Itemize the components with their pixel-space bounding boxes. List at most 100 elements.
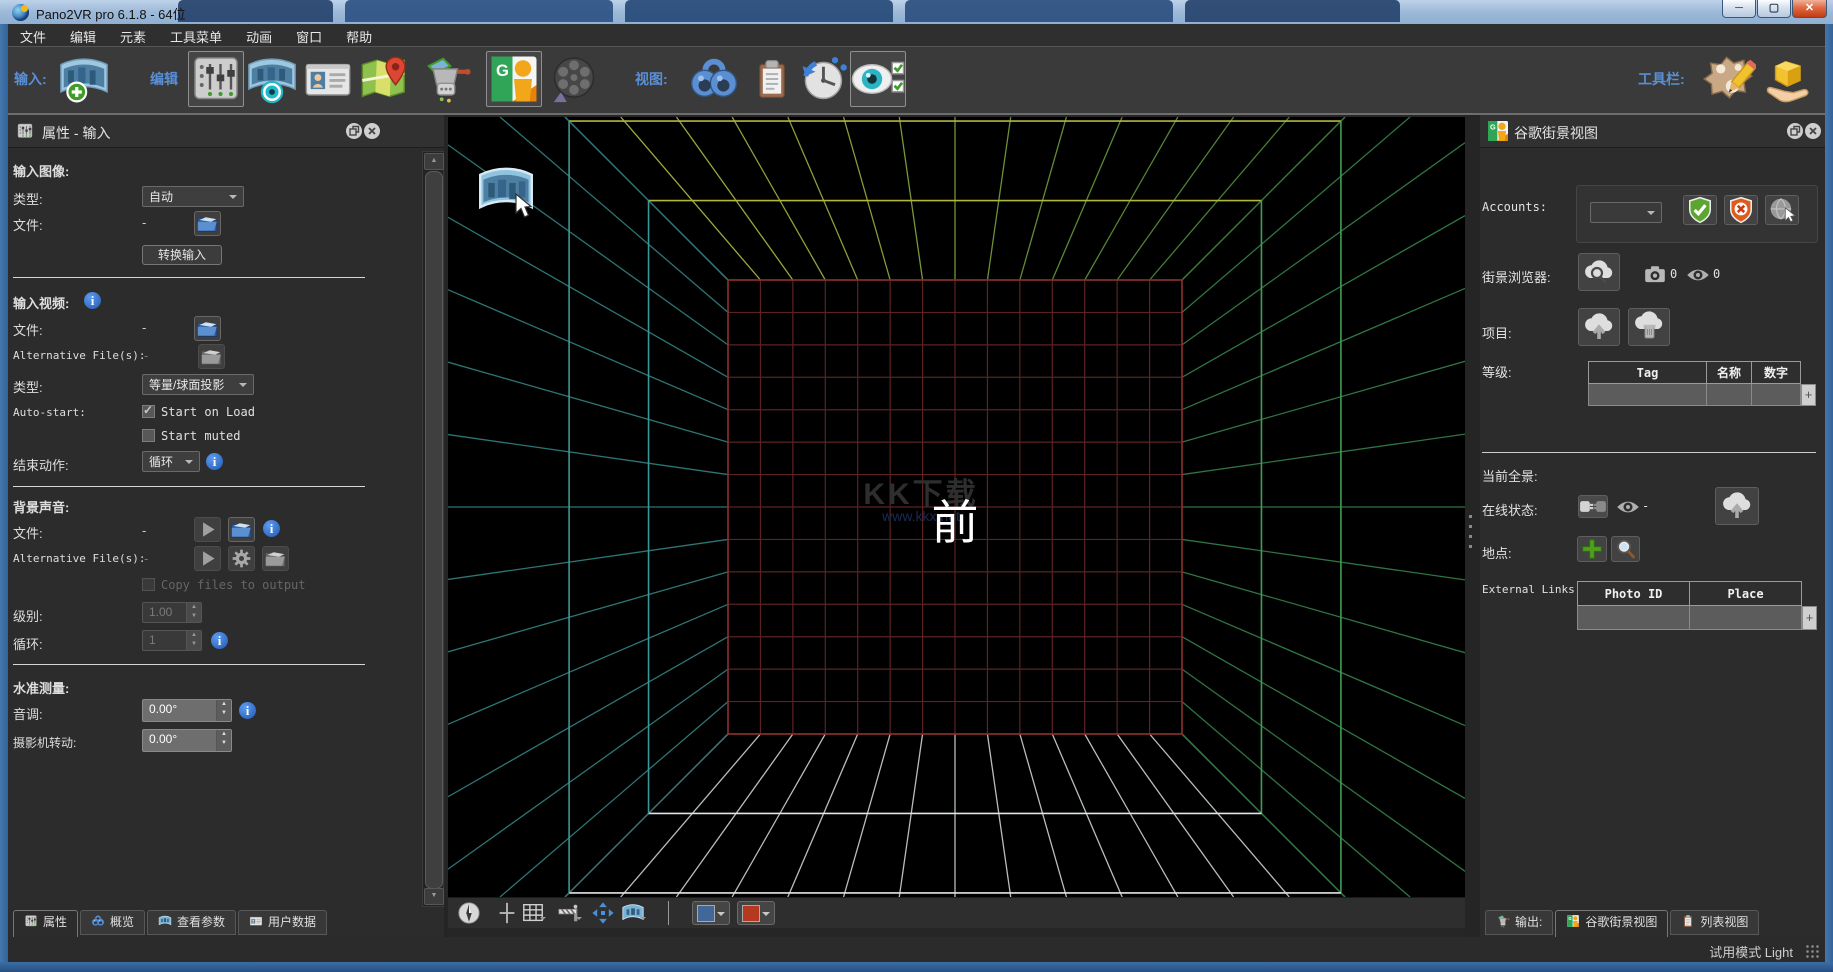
scroll-down-button[interactable]: ▼ <box>424 888 444 905</box>
overview-button[interactable] <box>688 53 740 105</box>
viewing-parameters-button[interactable] <box>246 53 298 105</box>
tab-2[interactable]: G谷歌街景视图 <box>1555 910 1668 938</box>
close-panel-button[interactable] <box>364 123 380 139</box>
folder-icon <box>199 345 224 368</box>
account-select[interactable] <box>1590 202 1662 223</box>
panorama-mode-button[interactable] <box>620 901 646 925</box>
roll-spinner[interactable]: 0.00°▲▼ <box>142 729 232 752</box>
user-data-button[interactable] <box>302 53 354 105</box>
account-web-button[interactable] <box>1765 195 1799 225</box>
float-panel-button[interactable] <box>1787 123 1803 139</box>
grid-color-swatch[interactable] <box>692 901 730 925</box>
menu-item[interactable]: 工具菜单 <box>158 24 234 46</box>
pitch-spinner[interactable]: 0.00°▲▼ <box>142 699 232 722</box>
street-view-panel: G 谷歌街景视图 Accounts: 街景浏览器: 0 0 项目: <box>1480 115 1825 939</box>
viewer-button[interactable] <box>850 51 906 107</box>
resize-grip[interactable] <box>1805 944 1819 958</box>
loop-spinner[interactable]: 1▲▼ <box>142 630 202 651</box>
svg-text:G: G <box>496 62 509 80</box>
animation-button[interactable] <box>548 53 600 105</box>
tab-1[interactable]: 属性 <box>13 910 78 938</box>
output-converter-button[interactable] <box>420 53 472 105</box>
start-muted-checkbox[interactable] <box>142 429 155 442</box>
level-spinner[interactable]: 1.00▲▼ <box>142 602 202 623</box>
info-icon[interactable] <box>84 292 101 309</box>
barrier-button[interactable] <box>556 901 582 925</box>
face-color-swatch[interactable] <box>737 901 775 925</box>
clipboard-icon <box>1681 915 1700 929</box>
menu-item[interactable]: 文件 <box>8 24 58 46</box>
panorama-viewport[interactable]: KK下载 www.kkx.net 前 <box>448 117 1465 897</box>
add-input-button[interactable] <box>58 53 110 105</box>
package-viewer-button[interactable] <box>1764 53 1816 105</box>
sound-settings-button[interactable] <box>228 546 255 571</box>
sliders-icon <box>189 52 243 106</box>
info-icon[interactable] <box>206 453 223 470</box>
pan-mode-button[interactable] <box>590 901 616 925</box>
start-on-load-checkbox[interactable] <box>142 405 155 418</box>
history-button[interactable] <box>796 53 848 105</box>
tab-1[interactable]: 输出: <box>1485 910 1553 935</box>
projection-select[interactable]: 等量/球面投影 <box>142 374 254 395</box>
level-table[interactable]: Tag名称数字 <box>1588 361 1801 406</box>
minimize-button[interactable]: ─ <box>1722 0 1756 18</box>
menu-item[interactable]: 编辑 <box>58 24 108 46</box>
map-button[interactable] <box>358 53 410 105</box>
right-splitter[interactable] <box>1465 115 1480 939</box>
tab-3[interactable]: 查看参数 <box>147 910 236 935</box>
tab-3[interactable]: 列表视图 <box>1670 910 1759 935</box>
maximize-button[interactable]: ▢ <box>1757 0 1791 18</box>
connection-status-button[interactable] <box>1578 495 1608 518</box>
external-links-label: External Links: <box>1482 583 1581 596</box>
toolbar-tools-label: 工具栏: <box>1638 69 1685 89</box>
external-links-table[interactable]: Photo IDPlace <box>1577 581 1802 630</box>
tab-4[interactable]: 用户数据 <box>238 910 327 935</box>
delete-project-button[interactable] <box>1628 308 1670 346</box>
end-action-select[interactable]: 循环 <box>142 451 200 472</box>
float-panel-button[interactable] <box>346 123 362 139</box>
open-alt-sound-button[interactable] <box>262 546 289 571</box>
browse-street-view-button[interactable] <box>1578 253 1620 291</box>
title-bar[interactable]: Pano2VR pro 6.1.8 - 64位 ─ ▢ ✕ <box>0 0 1833 25</box>
open-video-button[interactable] <box>194 316 221 341</box>
menu-item[interactable]: 元素 <box>108 24 158 46</box>
left-panel-scrollbar[interactable]: ▲ ▼ <box>422 151 444 907</box>
input-type-select[interactable]: 自动 <box>142 186 244 207</box>
open-file-button[interactable] <box>194 211 221 236</box>
convert-input-button[interactable]: 转换输入 <box>142 245 222 265</box>
copy-files-checkbox[interactable] <box>142 578 155 591</box>
skin-editor-button[interactable] <box>1700 53 1756 105</box>
search-place-button[interactable] <box>1611 536 1640 562</box>
properties-button[interactable] <box>188 51 244 107</box>
menu-item[interactable]: 窗口 <box>284 24 334 46</box>
tab-2[interactable]: 概览 <box>80 910 145 935</box>
google-street-view-button[interactable]: G <box>486 51 542 107</box>
info-icon[interactable] <box>263 520 280 537</box>
grid-button[interactable] <box>520 901 546 925</box>
crosshair-button[interactable] <box>494 901 520 925</box>
upload-pano-button[interactable] <box>1715 487 1759 525</box>
open-sound-button[interactable] <box>228 517 255 542</box>
add-place-button[interactable] <box>1577 536 1607 562</box>
menu-item[interactable]: 动画 <box>234 24 284 46</box>
account-login-button[interactable] <box>1683 195 1717 225</box>
compass-button[interactable] <box>456 901 482 925</box>
list-view-button[interactable] <box>750 53 794 105</box>
upload-project-button[interactable] <box>1578 308 1620 346</box>
play-alt-sound-button[interactable] <box>194 546 221 571</box>
close-panel-button[interactable] <box>1805 123 1821 139</box>
background-sound-heading: 背景声音: <box>13 497 69 516</box>
add-level-row-button[interactable]: + <box>1801 384 1816 406</box>
table-row[interactable] <box>1578 606 1802 630</box>
info-icon[interactable] <box>239 702 256 719</box>
menu-item[interactable]: 帮助 <box>334 24 384 46</box>
account-logout-button[interactable] <box>1724 195 1758 225</box>
close-button[interactable]: ✕ <box>1792 0 1827 18</box>
info-icon[interactable] <box>211 632 228 649</box>
add-external-link-button[interactable]: + <box>1802 606 1817 630</box>
table-row[interactable] <box>1589 384 1801 406</box>
play-sound-button[interactable] <box>194 517 221 542</box>
scroll-up-button[interactable]: ▲ <box>424 153 444 170</box>
scroll-thumb[interactable] <box>425 171 443 889</box>
open-alt-video-button[interactable] <box>198 344 225 369</box>
